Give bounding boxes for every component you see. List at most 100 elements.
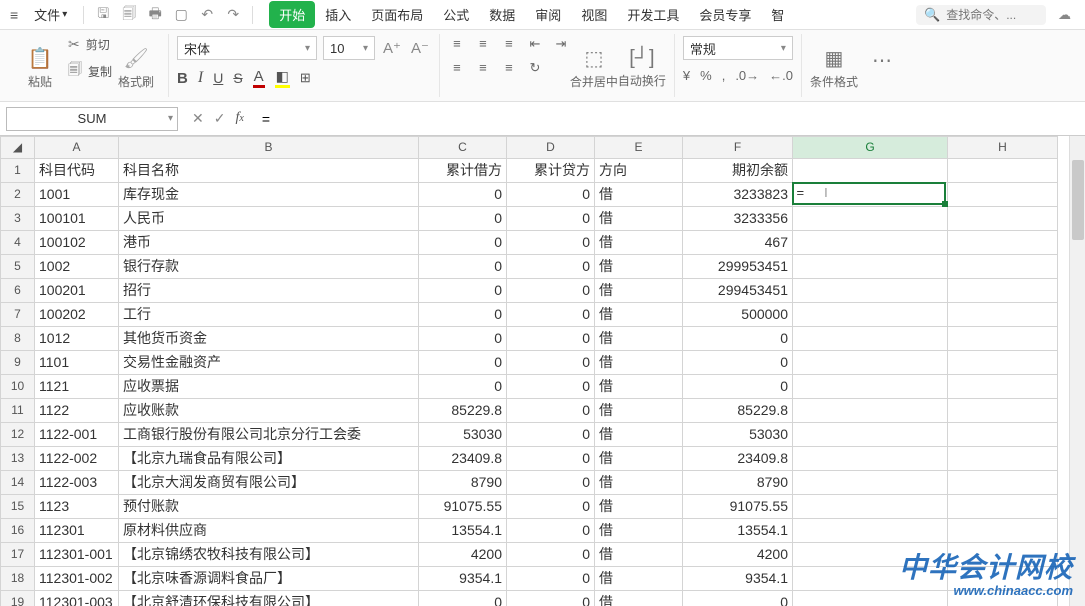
cell[interactable] xyxy=(948,279,1058,303)
cell[interactable] xyxy=(948,423,1058,447)
cell[interactable]: 112301-003 xyxy=(35,591,119,606)
inc-font-button[interactable]: A⁺ xyxy=(381,39,403,57)
tab-数据[interactable]: 数据 xyxy=(479,1,525,28)
cell[interactable]: 借 xyxy=(595,591,683,606)
cell[interactable]: 23409.8 xyxy=(683,447,793,471)
cell[interactable]: 3233823 xyxy=(683,183,793,207)
cell[interactable]: 112301-002 xyxy=(35,567,119,591)
cell[interactable]: 53030 xyxy=(419,423,507,447)
row-header[interactable]: 6 xyxy=(1,279,35,303)
cell[interactable] xyxy=(948,447,1058,471)
cell[interactable]: 0 xyxy=(507,495,595,519)
fill-handle[interactable] xyxy=(942,201,948,207)
cell[interactable]: 0 xyxy=(683,327,793,351)
cell[interactable]: 112301 xyxy=(35,519,119,543)
col-header-E[interactable]: E xyxy=(595,137,683,159)
cell[interactable]: 0 xyxy=(507,303,595,327)
cell[interactable]: 0 xyxy=(419,231,507,255)
hamburger-icon[interactable]: ≡ xyxy=(6,7,22,23)
cell[interactable] xyxy=(948,183,1058,207)
tab-开发工具[interactable]: 开发工具 xyxy=(617,1,689,28)
currency-button[interactable]: ¥ xyxy=(683,68,690,83)
cell[interactable]: 交易性金融资产 xyxy=(119,351,419,375)
cell[interactable] xyxy=(793,543,948,567)
cloud-icon[interactable]: ☁ xyxy=(1050,7,1079,23)
vertical-scrollbar[interactable] xyxy=(1069,136,1085,606)
cell[interactable] xyxy=(793,231,948,255)
col-header-B[interactable]: B xyxy=(119,137,419,159)
col-header-A[interactable]: A xyxy=(35,137,119,159)
cell[interactable]: 0 xyxy=(419,375,507,399)
cell[interactable]: 0 xyxy=(683,351,793,375)
cell[interactable]: 112301-001 xyxy=(35,543,119,567)
cell[interactable]: 应收票据 xyxy=(119,375,419,399)
cell[interactable] xyxy=(793,471,948,495)
cell[interactable]: 0 xyxy=(507,183,595,207)
row-header[interactable]: 3 xyxy=(1,207,35,231)
redo-icon[interactable]: ↷ xyxy=(222,6,244,23)
number-format-select[interactable]: 常规 ▾ xyxy=(683,36,793,60)
align-middle-button[interactable]: ≡ xyxy=(474,36,492,52)
cell[interactable]: 0 xyxy=(419,327,507,351)
fill-color-button[interactable]: ◧ xyxy=(275,68,290,88)
save-icon[interactable]: 🖫 xyxy=(92,3,114,27)
cell[interactable]: 23409.8 xyxy=(419,447,507,471)
indent-dec-button[interactable]: ⇤ xyxy=(526,36,544,52)
cell[interactable]: 8790 xyxy=(683,471,793,495)
tab-页面布局[interactable]: 页面布局 xyxy=(361,1,433,28)
row-header[interactable]: 12 xyxy=(1,423,35,447)
strike-button[interactable]: S xyxy=(233,70,242,86)
italic-button[interactable]: I xyxy=(198,69,203,87)
cell[interactable] xyxy=(793,423,948,447)
save-as-icon[interactable]: 🗐 xyxy=(118,3,140,27)
cell[interactable]: 【北京舒清环保科技有限公司】 xyxy=(119,591,419,606)
cell[interactable]: 累计借方 xyxy=(419,159,507,183)
format-painter-button[interactable]: 🖌 格式刷 xyxy=(112,36,160,100)
cell[interactable]: 科目名称 xyxy=(119,159,419,183)
cell[interactable]: 银行存款 xyxy=(119,255,419,279)
cell[interactable]: 借 xyxy=(595,423,683,447)
confirm-edit-button[interactable]: ✓ xyxy=(214,110,226,127)
cell[interactable] xyxy=(793,159,948,183)
row-header[interactable]: 10 xyxy=(1,375,35,399)
cell[interactable]: 借 xyxy=(595,279,683,303)
underline-button[interactable]: U xyxy=(213,70,223,86)
cell[interactable]: 借 xyxy=(595,303,683,327)
cell[interactable]: 299453451 xyxy=(683,279,793,303)
cell[interactable]: 1012 xyxy=(35,327,119,351)
cell[interactable]: 0 xyxy=(419,207,507,231)
font-size-select[interactable]: 10 ▾ xyxy=(323,36,375,60)
cell[interactable] xyxy=(793,303,948,327)
col-header-F[interactable]: F xyxy=(683,137,793,159)
spreadsheet[interactable]: ◢ ABCDEFGH 1科目代码科目名称累计借方累计贷方方向期初余额21001库… xyxy=(0,136,1085,606)
copy-button[interactable]: 🗐 复制 xyxy=(68,59,112,83)
cell[interactable]: 0 xyxy=(507,591,595,606)
cell[interactable]: 85229.8 xyxy=(683,399,793,423)
formula-input[interactable] xyxy=(258,109,1079,129)
row-header[interactable]: 11 xyxy=(1,399,35,423)
comma-button[interactable]: , xyxy=(722,68,726,83)
row-header[interactable]: 15 xyxy=(1,495,35,519)
cell[interactable] xyxy=(948,327,1058,351)
cell[interactable]: 1001 xyxy=(35,183,119,207)
cell[interactable]: 0 xyxy=(507,279,595,303)
align-bottom-button[interactable]: ≡ xyxy=(500,36,518,52)
scroll-thumb[interactable] xyxy=(1072,160,1084,240)
cell[interactable]: 【北京味香源调料食品厂】 xyxy=(119,567,419,591)
row-header[interactable]: 1 xyxy=(1,159,35,183)
cell[interactable] xyxy=(948,471,1058,495)
cell[interactable]: 0 xyxy=(683,591,793,606)
print-icon[interactable]: 🖶 xyxy=(144,3,166,27)
cell[interactable]: 库存现金 xyxy=(119,183,419,207)
cell[interactable]: 1123 xyxy=(35,495,119,519)
cell[interactable]: 100201 xyxy=(35,279,119,303)
cell[interactable]: 100102 xyxy=(35,231,119,255)
search-box[interactable]: 🔍 xyxy=(916,5,1046,25)
search-input[interactable] xyxy=(946,8,1036,22)
cell[interactable]: 累计贷方 xyxy=(507,159,595,183)
align-center-button[interactable]: ≡ xyxy=(474,60,492,76)
cell[interactable]: 0 xyxy=(507,255,595,279)
font-name-select[interactable]: 宋体 ▾ xyxy=(177,36,317,60)
col-header-H[interactable]: H xyxy=(948,137,1058,159)
tab-公式[interactable]: 公式 xyxy=(433,1,479,28)
